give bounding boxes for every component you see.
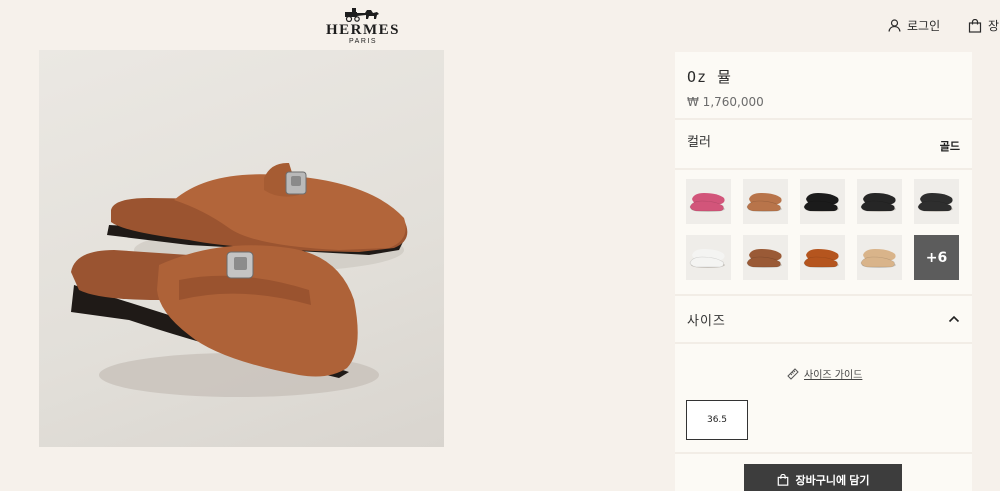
login-link[interactable]: 로그인 — [888, 17, 940, 34]
color-swatch-tan[interactable] — [743, 179, 788, 224]
add-to-cart-button[interactable]: 장바구니에 담기 — [744, 464, 902, 491]
size-guide-link[interactable]: 사이즈 가이드 — [787, 366, 862, 381]
size-option-button[interactable]: 36.5 — [686, 400, 748, 440]
brand-name: HERMES — [325, 22, 400, 38]
mule-thumbnail-icon — [746, 249, 782, 268]
mule-thumbnail-icon — [860, 249, 896, 268]
carriage-logo-icon — [345, 8, 379, 22]
mule-thumbnail-icon — [746, 193, 782, 212]
cart-actions: 장바구니에 담기 — [675, 454, 972, 491]
color-swatch-orange-brown[interactable] — [800, 235, 845, 280]
more-colors-button[interactable]: +6 — [914, 235, 959, 280]
product-detail-panel: Oz 뮬 ₩ 1,760,000 컬러 골드 +6 사이즈 사이즈 가이드 36… — [675, 52, 972, 491]
add-to-cart-label: 장바구니에 담기 — [795, 475, 870, 487]
size-options: 사이즈 가이드 36.5 — [675, 344, 972, 452]
cart-link[interactable]: 장 — [968, 17, 999, 34]
chevron-up-icon[interactable] — [948, 315, 960, 323]
cart-label: 장 — [988, 19, 1000, 33]
mule-thumbnail-icon — [917, 193, 953, 212]
color-swatch-black-2[interactable] — [857, 179, 902, 224]
product-image[interactable] — [39, 50, 444, 447]
hermes-logo[interactable]: HERMES PARIS — [318, 6, 408, 46]
color-swatch-gold[interactable] — [743, 235, 788, 280]
mule-thumbnail-icon — [803, 193, 839, 212]
color-swatch-black-3[interactable] — [914, 179, 959, 224]
size-header[interactable]: 사이즈 — [675, 296, 972, 342]
size-guide-label: 사이즈 가이드 — [804, 370, 863, 381]
user-icon — [888, 19, 901, 32]
size-label: 사이즈 — [687, 313, 726, 329]
product-title: Oz 뮬 — [687, 68, 732, 86]
login-label: 로그인 — [907, 19, 941, 33]
color-selected-value: 골드 — [939, 140, 960, 153]
bag-icon — [777, 474, 788, 486]
more-colors-label: +6 — [925, 249, 948, 266]
mule-thumbnail-icon — [803, 249, 839, 268]
color-swatches: +6 — [675, 170, 972, 294]
brand-city: PARIS — [349, 38, 377, 45]
bag-icon — [968, 18, 982, 33]
color-swatch-white[interactable] — [686, 235, 731, 280]
color-swatch-cream[interactable] — [857, 235, 902, 280]
site-header: HERMES PARIS 로그인 장 — [0, 0, 1000, 48]
mule-thumbnail-icon — [689, 249, 725, 268]
product-price: ₩ 1,760,000 — [687, 95, 764, 109]
color-swatch-pink[interactable] — [686, 179, 731, 224]
mule-shoes-illustration — [71, 162, 408, 397]
color-label: 컬러 — [687, 134, 711, 150]
ruler-icon — [787, 367, 799, 380]
color-swatch-black[interactable] — [800, 179, 845, 224]
color-header: 컬러 골드 — [675, 120, 972, 168]
mule-thumbnail-icon — [860, 193, 896, 212]
product-summary: Oz 뮬 ₩ 1,760,000 — [675, 52, 972, 118]
size-option-label: 36.5 — [706, 415, 728, 425]
mule-thumbnail-icon — [689, 193, 725, 212]
